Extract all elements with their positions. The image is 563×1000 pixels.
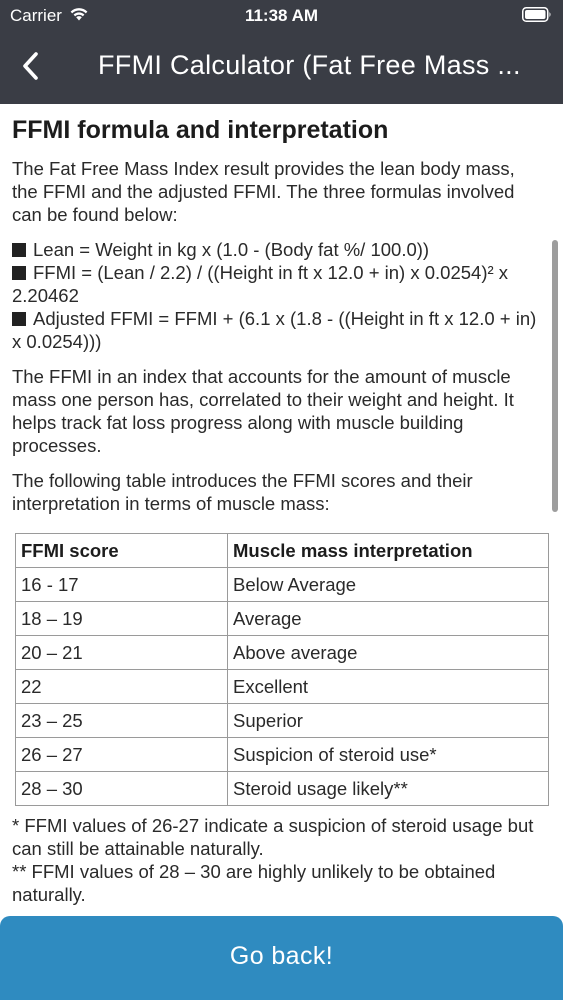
table-cell-interpretation: Superior (227, 703, 549, 738)
bullet-square-icon (12, 243, 26, 257)
table-header-score: FFMI score (15, 533, 228, 568)
explanation-text: The FFMI in an index that accounts for t… (12, 366, 514, 456)
footnote-steroid-likely: ** FFMI values of 28 – 30 are highly unl… (12, 861, 496, 905)
status-time: 11:38 AM (244, 6, 319, 25)
footnote-steroid-suspicion: * FFMI values of 26-27 indicate a suspic… (12, 815, 534, 859)
formula-list: Lean = Weight in kg x (1.0 - (Body fat %… (12, 238, 551, 353)
table-cell-score: 20 – 21 (15, 635, 228, 670)
bullet-square-icon (12, 266, 26, 280)
table-cell-score: 26 – 27 (15, 737, 228, 772)
table-cell-score: 18 – 19 (15, 601, 228, 636)
battery-icon (522, 7, 551, 22)
table-row: 20 – 21 Above average (15, 635, 549, 670)
table-cell-interpretation: Steroid usage likely** (227, 771, 549, 806)
back-button[interactable] (14, 48, 50, 84)
go-back-button[interactable]: Go back! (0, 916, 563, 1000)
go-back-label: Go back! (229, 942, 334, 970)
navigation-header: Carrier 11:38 AM FFMI Calculator (Fat Fr… (0, 0, 563, 104)
formula-text: FFMI = (Lean / 2.2) / ((Height in ft x 1… (12, 262, 509, 306)
bullet-square-icon (12, 312, 26, 326)
chevron-left-icon (23, 52, 38, 80)
formula-item: FFMI = (Lean / 2.2) / ((Height in ft x 1… (12, 261, 543, 307)
table-cell-score: 16 - 17 (15, 567, 228, 602)
formula-item: Adjusted FFMI = FFMI + (6.1 x (1.8 - ((H… (12, 307, 543, 353)
table-cell-score: 28 – 30 (15, 771, 228, 806)
formula-text: Lean = Weight in kg x (1.0 - (Body fat %… (33, 239, 430, 260)
table-intro-text: The following table introduces the FFMI … (12, 470, 473, 514)
table-row: 23 – 25 Superior (15, 703, 549, 738)
vertical-scrollbar[interactable] (552, 240, 558, 512)
formula-item: Lean = Weight in kg x (1.0 - (Body fat %… (12, 238, 543, 261)
table-row: 22 Excellent (15, 669, 549, 704)
table-header-interpretation: Muscle mass interpretation (227, 533, 549, 568)
table-cell-interpretation: Excellent (227, 669, 549, 704)
table-row: 28 – 30 Steroid usage likely** (15, 771, 549, 806)
section-title: FFMI formula and interpretation (12, 116, 389, 144)
intro-text: The Fat Free Mass Index result provides … (12, 158, 515, 225)
table-cell-interpretation: Below Average (227, 567, 549, 602)
table-row: 26 – 27 Suspicion of steroid use* (15, 737, 549, 772)
table-row: 18 – 19 Average (15, 601, 549, 636)
table-cell-interpretation: Average (227, 601, 549, 636)
ffmi-score-table: FFMI score Muscle mass interpretation 16… (15, 533, 549, 806)
page-title: FFMI Calculator (Fat Free Mass ... (98, 50, 521, 80)
table-cell-score: 22 (15, 669, 228, 704)
table-header-row: FFMI score Muscle mass interpretation (15, 533, 549, 568)
scroll-content[interactable]: FFMI formula and interpretation The Fat … (0, 104, 563, 916)
table-cell-score: 23 – 25 (15, 703, 228, 738)
table-cell-interpretation: Above average (227, 635, 549, 670)
status-bar: Carrier 11:38 AM (0, 0, 563, 32)
table-cell-interpretation: Suspicion of steroid use* (227, 737, 549, 772)
table-row: 16 - 17 Below Average (15, 567, 549, 602)
formula-text: Adjusted FFMI = FFMI + (6.1 x (1.8 - ((H… (12, 308, 537, 352)
